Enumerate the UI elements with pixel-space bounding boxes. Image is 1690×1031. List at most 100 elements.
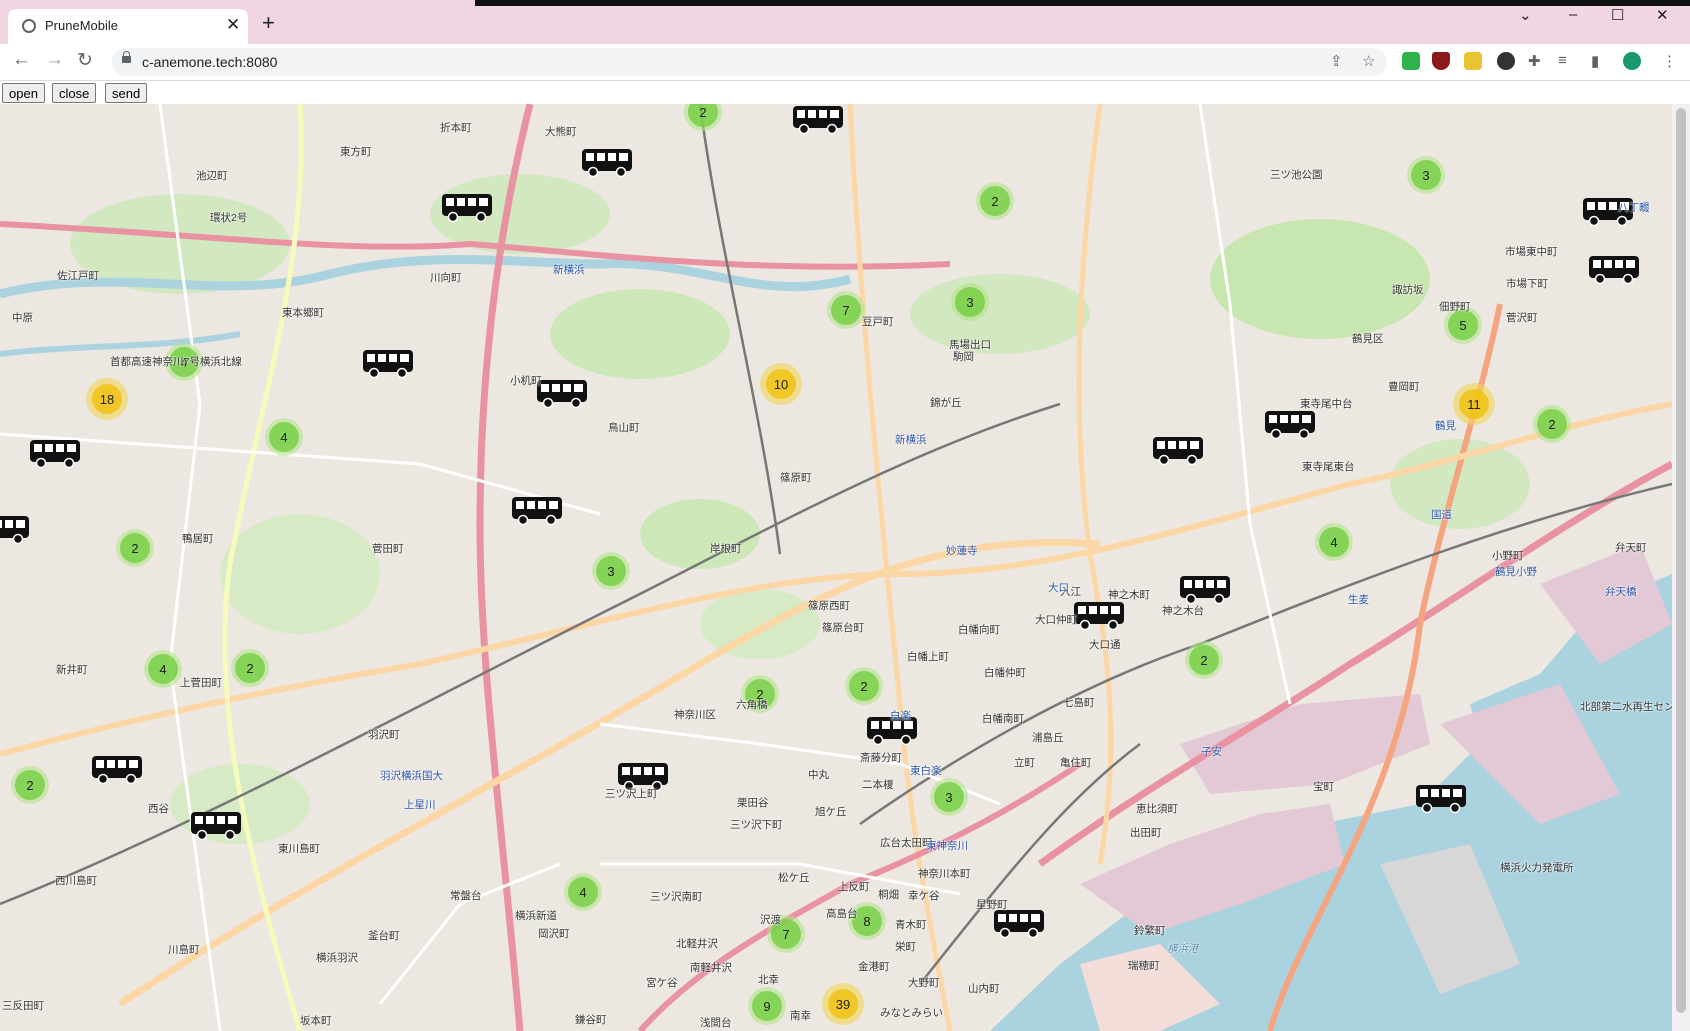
marker-cluster[interactable]: 39	[822, 983, 864, 1025]
forward-icon[interactable]: →	[45, 49, 64, 71]
bus-icon[interactable]	[993, 909, 1045, 939]
marker-cluster[interactable]: 11	[1453, 383, 1495, 425]
map-label: 大野町	[908, 977, 940, 989]
cluster-count: 2	[980, 186, 1010, 216]
close-window-icon[interactable]: ✕	[1656, 6, 1669, 24]
send-button[interactable]: send	[105, 83, 148, 103]
minimize-icon[interactable]: –	[1569, 6, 1577, 23]
bus-icon[interactable]	[1415, 784, 1467, 814]
marker-cluster[interactable]: 4	[265, 418, 303, 456]
map-label: 青木町	[895, 919, 927, 931]
map-label: 小机町	[510, 375, 542, 387]
chat-extension-icon[interactable]	[1402, 52, 1420, 70]
map-label: 菅沢町	[1506, 312, 1538, 324]
new-tab-icon[interactable]: +	[262, 10, 275, 36]
marker-cluster[interactable]: 3	[1407, 156, 1445, 194]
marker-cluster[interactable]: 2	[11, 766, 49, 804]
browser-toolbar: ← → ↻ c-anemone.tech:8080 ⇪ ☆ ✚ ≡ ▮ ⋮	[0, 44, 1690, 81]
bus-icon[interactable]	[1264, 410, 1316, 440]
open-button[interactable]: open	[2, 83, 45, 103]
marker-cluster[interactable]: 18	[86, 378, 128, 420]
cluster-count: 2	[235, 653, 265, 683]
map-label: みなとみらい	[880, 1007, 943, 1019]
bus-icon[interactable]	[511, 496, 563, 526]
marker-cluster[interactable]: 4	[144, 650, 182, 688]
bus-icon[interactable]	[362, 349, 414, 379]
map-label: 北幸	[758, 974, 779, 986]
address-bar[interactable]: c-anemone.tech:8080 ⇪ ☆	[112, 48, 1387, 76]
map-label: 出田町	[1130, 827, 1162, 839]
bus-icon[interactable]	[1073, 601, 1125, 631]
marker-cluster[interactable]: 3	[930, 778, 968, 816]
marker-cluster[interactable]: 2	[1185, 641, 1223, 679]
map-label: 馬場出口	[949, 339, 991, 351]
marker-cluster[interactable]: 7	[827, 291, 865, 329]
bus-icon[interactable]	[1588, 255, 1640, 285]
cluster-count: 7	[831, 295, 861, 325]
extensions-puzzle-icon[interactable]: ✚	[1528, 52, 1541, 70]
map-label: 山内町	[968, 983, 1000, 995]
map-label: 市場下町	[1506, 278, 1548, 290]
marker-cluster[interactable]: 9	[748, 987, 786, 1025]
map-label: 佃野町	[1439, 301, 1471, 313]
map-label: 坂本町	[300, 1015, 332, 1027]
cluster-count: 11	[1459, 389, 1489, 419]
profile-avatar[interactable]	[1623, 52, 1641, 70]
close-button[interactable]: close	[52, 83, 97, 103]
circle-extension-icon[interactable]	[1497, 52, 1515, 70]
marker-cluster[interactable]: 10	[760, 363, 802, 405]
map-label: 上星川	[404, 799, 436, 811]
marker-cluster[interactable]: 2	[845, 667, 883, 705]
maximize-icon[interactable]: ☐	[1611, 6, 1624, 24]
marker-cluster[interactable]: 2	[1533, 405, 1571, 443]
bookmark-star-icon[interactable]: ☆	[1362, 52, 1375, 70]
map-label: 中丸	[808, 769, 829, 781]
map-label: 六角橋	[736, 699, 768, 711]
bus-icon[interactable]	[441, 193, 493, 223]
map-label: 東白楽	[910, 765, 942, 777]
chevron-down-icon[interactable]: ⌄	[1519, 6, 1532, 24]
map-label: 鳥山町	[608, 422, 640, 434]
bus-icon[interactable]	[1152, 436, 1204, 466]
page-scrollbar[interactable]	[1672, 104, 1690, 1031]
map-label: 瑞穂町	[1128, 960, 1160, 972]
bus-icon[interactable]	[29, 439, 81, 469]
media-queue-icon[interactable]: ≡	[1558, 52, 1567, 69]
map-label: 三ツ沢南町	[650, 891, 703, 903]
cluster-count: 4	[148, 654, 178, 684]
menu-kebab-icon[interactable]: ⋮	[1662, 52, 1677, 70]
map-label: 子安	[1201, 746, 1222, 758]
bus-icon[interactable]	[91, 755, 143, 785]
map-label: 星野町	[976, 899, 1008, 911]
share-icon[interactable]: ⇪	[1330, 52, 1343, 70]
bus-icon[interactable]	[792, 105, 844, 135]
back-icon[interactable]: ←	[12, 49, 31, 71]
marker-cluster[interactable]: 2	[231, 649, 269, 687]
bus-icon[interactable]	[0, 515, 30, 545]
reload-icon[interactable]: ↻	[77, 49, 93, 72]
map-label: 菅田町	[372, 543, 404, 555]
map-label: 豆戸町	[862, 316, 894, 328]
ublock-icon[interactable]	[1432, 52, 1450, 70]
notes-extension-icon[interactable]	[1464, 52, 1482, 70]
close-tab-icon[interactable]: ✕	[226, 15, 240, 35]
bus-icon[interactable]	[1179, 575, 1231, 605]
map-label: 東神奈川	[926, 840, 968, 852]
marker-cluster[interactable]: 2	[116, 529, 154, 567]
cluster-count: 3	[955, 287, 985, 317]
marker-cluster[interactable]: 2	[976, 182, 1014, 220]
map-label: 鶴見区	[1352, 333, 1384, 345]
marker-cluster[interactable]: 3	[592, 552, 630, 590]
marker-cluster[interactable]: 3	[951, 283, 989, 321]
map-label: 八丁畷	[1618, 202, 1650, 214]
side-panel-icon[interactable]: ▮	[1591, 52, 1599, 70]
bus-icon[interactable]	[581, 148, 633, 178]
bus-icon[interactable]	[190, 811, 242, 841]
scrollbar-thumb[interactable]	[1676, 108, 1686, 1013]
cluster-count: 3	[596, 556, 626, 586]
marker-cluster[interactable]: 4	[564, 873, 602, 911]
map-view[interactable]: 2 3 2 3 7 4 18 10 11 5 4 2 2 4 3 4 2 2 2 2 2 3 4 8 7 9 39 折本町 大熊町 東方町…	[0, 104, 1672, 1031]
browser-tab[interactable]: PruneMobile ✕	[8, 9, 248, 44]
marker-cluster[interactable]: 4	[1315, 523, 1353, 561]
bus-icon[interactable]	[536, 379, 588, 409]
